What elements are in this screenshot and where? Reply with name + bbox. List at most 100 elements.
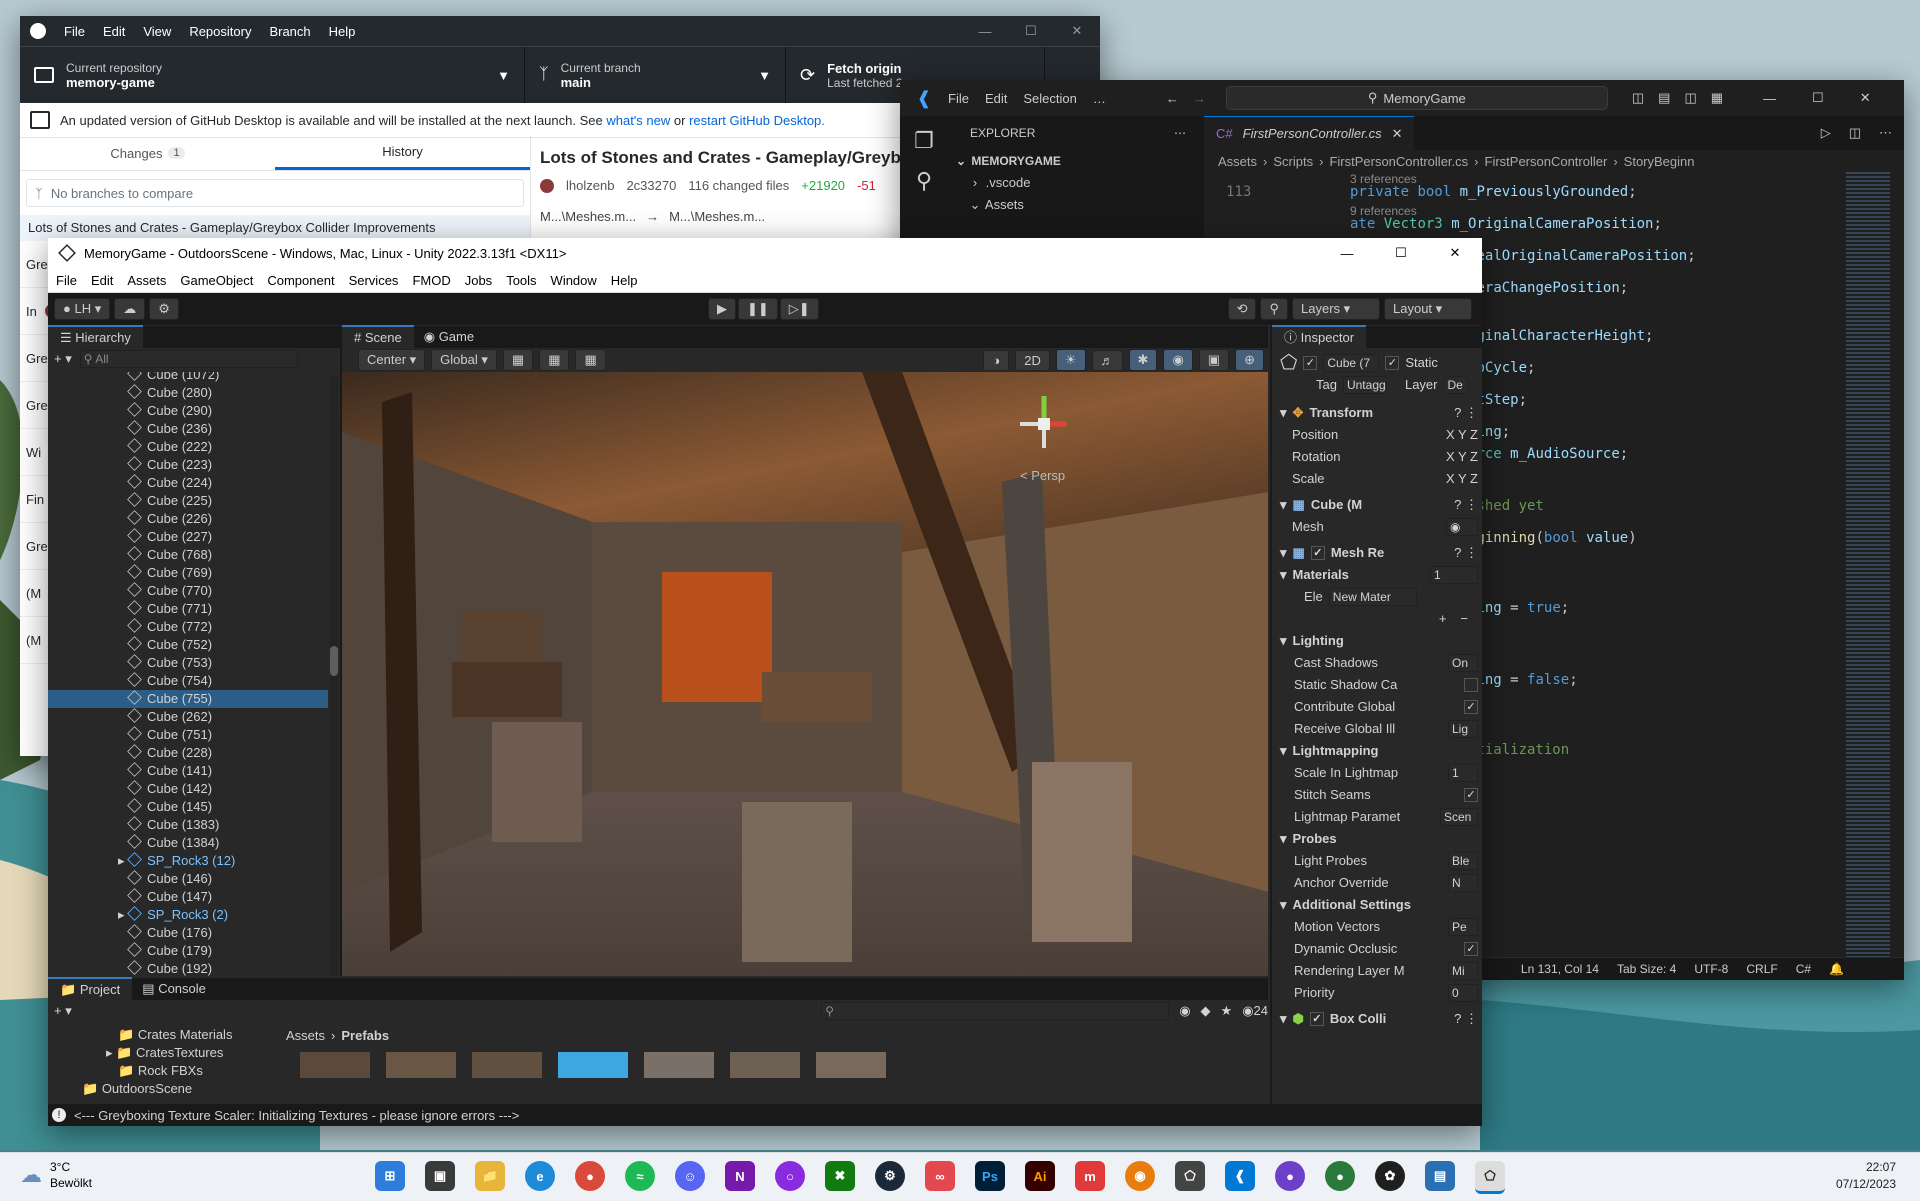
active-checkbox[interactable]: ✓: [1303, 356, 1318, 370]
hierarchy-item[interactable]: Cube (768): [48, 546, 328, 564]
file-path-1[interactable]: M...\Meshes.m...: [540, 209, 636, 224]
menu-selection[interactable]: Selection: [1023, 91, 1076, 106]
xbox-icon[interactable]: ✖: [825, 1161, 855, 1191]
hierarchy-item[interactable]: Cube (145): [48, 798, 328, 816]
breadcrumb-item[interactable]: Prefabs: [341, 1028, 389, 1043]
github-desktop-icon[interactable]: ●: [1275, 1161, 1305, 1191]
layout-dropdown[interactable]: Layout ▾: [1384, 298, 1472, 320]
hierarchy-item[interactable]: Cube (228): [48, 744, 328, 762]
add-icon[interactable]: + ▾: [54, 351, 72, 367]
hierarchy-item[interactable]: Cube (223): [48, 456, 328, 474]
anchor-field[interactable]: N: [1448, 874, 1478, 892]
breadcrumb-item[interactable]: FirstPersonController.cs: [1329, 154, 1468, 169]
command-center-search[interactable]: ⚲ MemoryGame: [1225, 86, 1608, 110]
gizmos-icon[interactable]: ⊕: [1235, 349, 1264, 371]
hierarchy-tab[interactable]: ☰ Hierarchy: [48, 325, 143, 349]
tag-dropdown[interactable]: Untagged: [1342, 376, 1387, 394]
hierarchy-item[interactable]: Cube (226): [48, 510, 328, 528]
dynamic-occlusion-checkbox[interactable]: ✓: [1464, 942, 1478, 956]
hierarchy-item[interactable]: Cube (1072): [48, 372, 328, 384]
space-dropdown[interactable]: Global ▾: [431, 349, 497, 371]
visibility-toggle-icon[interactable]: ◉: [1163, 349, 1193, 371]
layout-icon[interactable]: ◫: [1632, 90, 1644, 106]
hierarchy-item[interactable]: Cube (147): [48, 888, 328, 906]
more-icon[interactable]: ⋯: [1174, 126, 1186, 140]
more-icon[interactable]: ⋯: [1879, 125, 1892, 141]
remove-icon[interactable]: −: [1460, 608, 1468, 630]
status-language[interactable]: C#: [1796, 962, 1811, 976]
cloud-icon[interactable]: ☁: [114, 298, 146, 320]
hierarchy-item[interactable]: ▸ SP_Rock3 (2): [48, 906, 328, 924]
hierarchy-item[interactable]: Cube (192): [48, 960, 328, 976]
layers-dropdown[interactable]: Layers ▾: [1292, 298, 1380, 320]
asset-thumbnail[interactable]: [472, 1052, 542, 1078]
file-explorer-icon[interactable]: 📁: [475, 1161, 505, 1191]
folder-item[interactable]: 📁 Crates Materials: [78, 1026, 308, 1044]
maximize-icon[interactable]: ☐: [1008, 23, 1054, 39]
start-icon[interactable]: ⊞: [375, 1161, 405, 1191]
maximize-icon[interactable]: ☐: [1812, 90, 1824, 106]
hierarchy-item[interactable]: Cube (754): [48, 672, 328, 690]
tab-changes[interactable]: Changes 1: [20, 136, 275, 170]
mesh-filter-header[interactable]: Cube (M: [1311, 494, 1362, 516]
draw-mode-icon[interactable]: ◑: [983, 349, 1010, 371]
settings-icon[interactable]: ⚙: [149, 298, 179, 320]
asset-thumbnail[interactable]: [300, 1052, 370, 1078]
add-icon[interactable]: + ▾: [54, 1003, 72, 1019]
lighting-toggle-icon[interactable]: ☀: [1055, 349, 1086, 371]
console-message[interactable]: <--- Greyboxing Texture Scaler: Initiali…: [74, 1108, 519, 1123]
scale-lightmap-field[interactable]: 1: [1448, 764, 1478, 782]
current-branch-button[interactable]: ᛉ Current branch main ▼: [525, 47, 786, 103]
menu-tools[interactable]: Tools: [506, 273, 536, 288]
static-shadow-checkbox[interactable]: [1464, 678, 1478, 692]
tree-item[interactable]: ⌄ Assets: [948, 194, 1204, 216]
menu-file[interactable]: File: [948, 91, 969, 106]
status-cursor[interactable]: Ln 131, Col 14: [1521, 962, 1599, 976]
compare-branch-input[interactable]: ᛉ No branches to compare: [26, 179, 524, 207]
customize-layout-icon[interactable]: ▦: [1711, 90, 1723, 106]
inspector-tab[interactable]: ⓘ Inspector: [1272, 325, 1367, 349]
hierarchy-item[interactable]: Cube (769): [48, 564, 328, 582]
status-eol[interactable]: CRLF: [1746, 962, 1777, 976]
asset-thumbnail[interactable]: [730, 1052, 800, 1078]
folder-item[interactable]: 📁 Rock FBXs: [78, 1062, 308, 1080]
hierarchy-item[interactable]: Cube (1384): [48, 834, 328, 852]
database-icon[interactable]: ▤: [1425, 1161, 1455, 1191]
hierarchy-item[interactable]: Cube (225): [48, 492, 328, 510]
files-icon[interactable]: ❐: [900, 128, 948, 154]
box-collider-checkbox[interactable]: ✓: [1309, 1012, 1324, 1026]
hierarchy-item[interactable]: Cube (146): [48, 870, 328, 888]
search-icon[interactable]: ⚲: [900, 168, 948, 194]
folder-item[interactable]: ▸ 📁 CratesTextures: [78, 1044, 308, 1062]
hierarchy-item[interactable]: Cube (224): [48, 474, 328, 492]
arrow-left-icon[interactable]: ←: [1166, 91, 1179, 106]
mesh-renderer-header[interactable]: Mesh Re: [1331, 542, 1384, 564]
clock[interactable]: 22:07 07/12/2023: [1836, 1159, 1896, 1193]
menu-edit[interactable]: Edit: [985, 91, 1007, 106]
audio-toggle-icon[interactable]: ♬: [1091, 349, 1123, 371]
minimize-icon[interactable]: —: [962, 24, 1008, 39]
play-button[interactable]: ▶: [708, 298, 736, 320]
restart-link[interactable]: restart GitHub Desktop.: [689, 113, 825, 128]
hierarchy-item[interactable]: Cube (176): [48, 924, 328, 942]
run-icon[interactable]: ▷: [1821, 125, 1831, 141]
hierarchy-item[interactable]: Cube (290): [48, 402, 328, 420]
lighting-header[interactable]: Lighting: [1293, 630, 1344, 652]
lightmapping-header[interactable]: Lightmapping: [1293, 740, 1379, 762]
additional-settings-header[interactable]: Additional Settings: [1293, 894, 1411, 916]
mode-2d-button[interactable]: 2D: [1015, 349, 1050, 371]
project-search[interactable]: ⚲: [821, 1002, 1170, 1020]
panel-icon[interactable]: ▤: [1658, 90, 1670, 106]
static-checkbox[interactable]: ✓: [1385, 356, 1400, 370]
hierarchy-item[interactable]: Cube (141): [48, 762, 328, 780]
asset-thumbnail[interactable]: [816, 1052, 886, 1078]
rendering-layer-dropdown[interactable]: Mi: [1448, 962, 1478, 980]
light-probes-dropdown[interactable]: Ble: [1448, 852, 1478, 870]
menu-jobs[interactable]: Jobs: [465, 273, 492, 288]
step-button[interactable]: ▷❚: [779, 298, 819, 320]
box-collider-header[interactable]: Box Colli: [1330, 1008, 1386, 1030]
tab-history[interactable]: History: [275, 136, 530, 170]
hierarchy-item[interactable]: Cube (1383): [48, 816, 328, 834]
chatgpt-icon[interactable]: ✿: [1375, 1161, 1405, 1191]
vscode-icon[interactable]: ❰: [1225, 1161, 1255, 1191]
